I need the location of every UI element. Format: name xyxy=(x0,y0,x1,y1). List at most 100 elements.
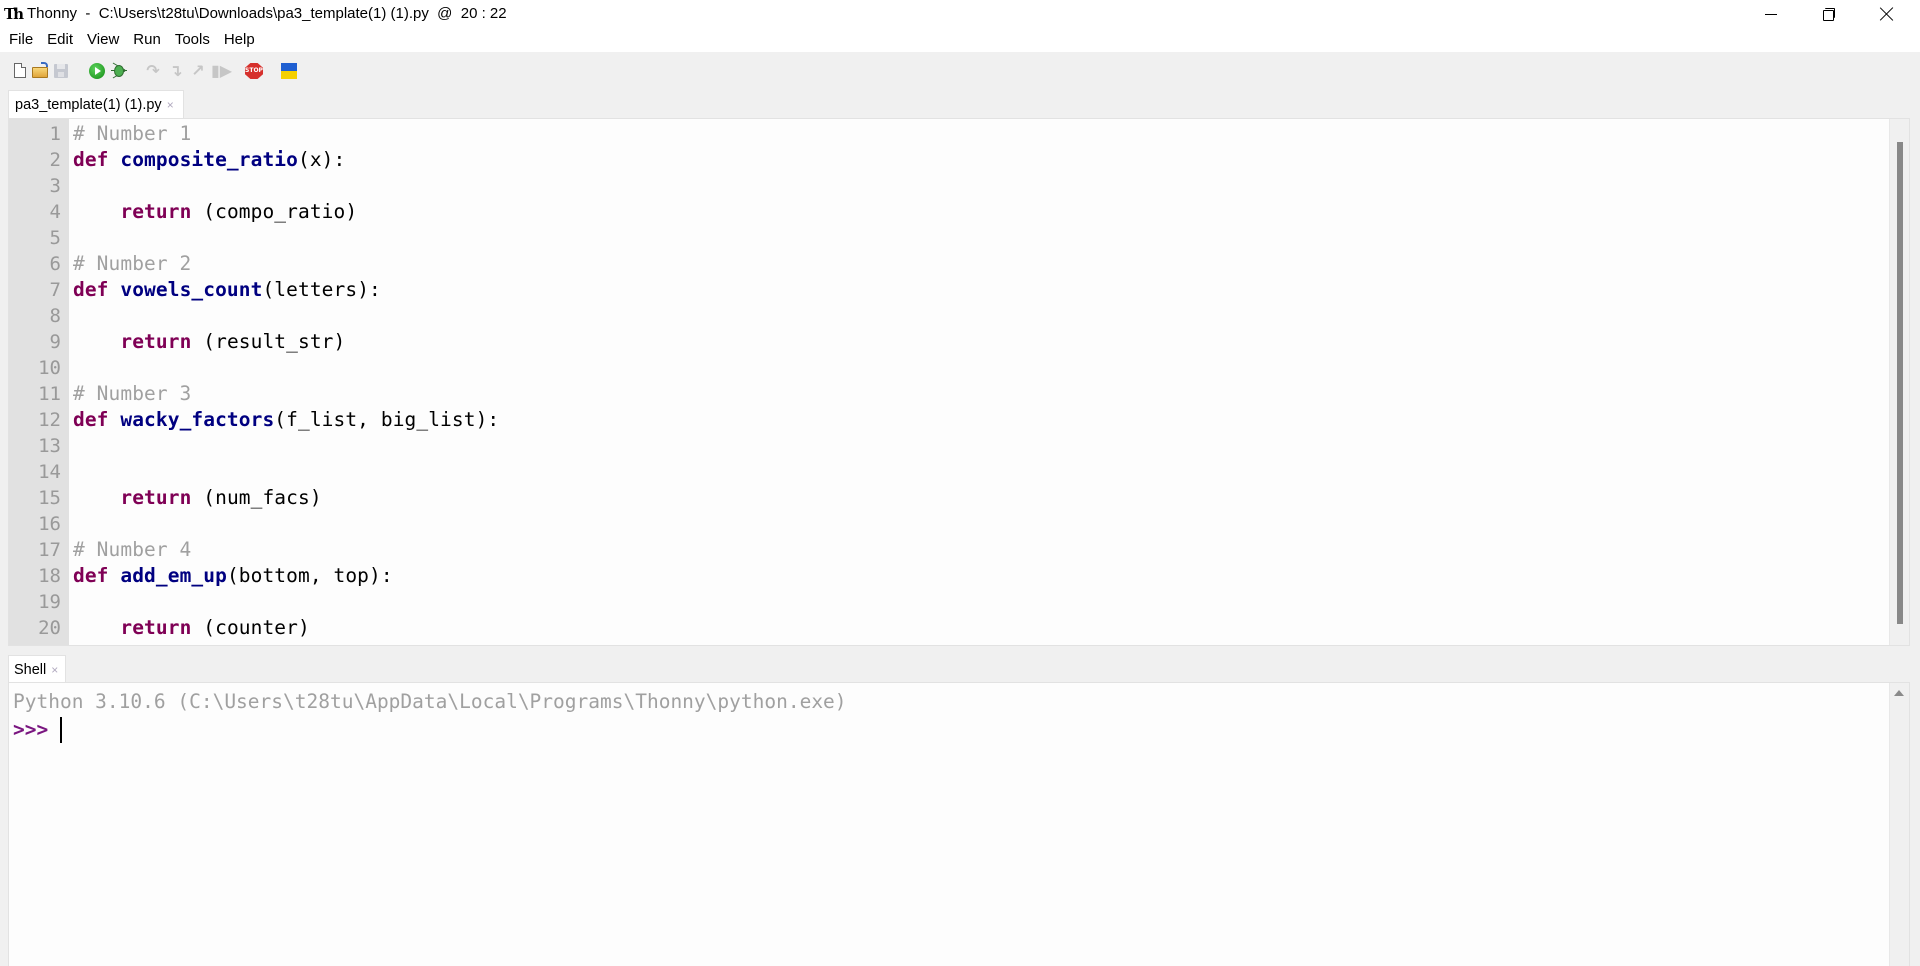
keyword-token: def xyxy=(73,278,109,301)
shell-tab-label: Shell xyxy=(14,661,47,678)
resume-icon: ▮▶ xyxy=(211,61,233,80)
function-name-token: vowels_count xyxy=(120,278,263,301)
keyword-token: def xyxy=(73,564,109,587)
editor-tab-label: pa3_template(1) (1).py xyxy=(15,96,162,113)
line-number: 18 xyxy=(38,565,61,587)
code-line[interactable]: return (num_facs) xyxy=(73,485,322,511)
code-line[interactable]: # Number 2 xyxy=(73,251,191,277)
restore-button[interactable] xyxy=(1800,0,1858,28)
line-number: 5 xyxy=(49,227,61,249)
resume-button[interactable]: ▮▶ xyxy=(211,61,233,80)
ukraine-flag-icon-lower xyxy=(281,71,297,79)
code-token: (f_list, big_list): xyxy=(274,408,500,431)
code-token: (result_str) xyxy=(191,330,346,353)
code-line[interactable]: # Number 1 xyxy=(73,121,191,147)
comment-token: # Number 1 xyxy=(73,122,192,145)
menu-file[interactable]: File xyxy=(2,29,40,51)
menu-help[interactable]: Help xyxy=(217,29,262,51)
line-number: 14 xyxy=(38,461,61,483)
code-line[interactable]: def vowels_count(letters): xyxy=(73,277,381,303)
open-arrow-icon xyxy=(41,62,48,67)
close-tab-icon[interactable]: × xyxy=(167,96,174,114)
step-into-button[interactable]: ↴ xyxy=(167,62,185,80)
code-line[interactable]: def wacky_factors(f_list, big_list): xyxy=(73,407,499,433)
run-button[interactable] xyxy=(88,62,106,80)
line-number: 12 xyxy=(38,409,61,431)
shell-input-line[interactable]: >>> xyxy=(13,716,63,744)
function-name-token: add_em_up xyxy=(120,564,227,587)
code-token: (letters): xyxy=(262,278,381,301)
code-line[interactable]: return (result_str) xyxy=(73,329,345,355)
line-number: 17 xyxy=(38,539,61,561)
shell-panel[interactable]: Python 3.10.6 (C:\Users\t28tu\AppData\Lo… xyxy=(8,682,1910,966)
new-file-button[interactable] xyxy=(11,62,29,80)
shell-tab[interactable]: Shell × xyxy=(8,655,66,683)
close-shell-tab-icon[interactable]: × xyxy=(51,661,58,679)
support-ukraine-button[interactable] xyxy=(280,62,298,80)
shell-banner: Python 3.10.6 (C:\Users\t28tu\AppData\Lo… xyxy=(13,690,847,713)
line-number: 15 xyxy=(38,487,61,509)
step-over-button[interactable]: ↷ xyxy=(144,62,162,80)
function-name-token: wacky_factors xyxy=(120,408,275,431)
code-line[interactable]: def composite_ratio(x): xyxy=(73,147,345,173)
shell-vertical-scrollbar[interactable] xyxy=(1889,683,1909,966)
code-line[interactable]: # Number 3 xyxy=(73,381,191,407)
keyword-token: def xyxy=(73,148,109,171)
shell-prompt: >>> xyxy=(13,718,49,741)
run-icon xyxy=(89,63,105,79)
step-over-icon: ↷ xyxy=(146,61,160,80)
line-number: 6 xyxy=(49,253,61,275)
code-line[interactable]: # Number 4 xyxy=(73,537,191,563)
line-number: 2 xyxy=(49,149,61,171)
line-number: 19 xyxy=(38,591,61,613)
line-number: 4 xyxy=(49,201,61,223)
function-name-token: composite_ratio xyxy=(120,148,298,171)
code-line[interactable]: return (counter) xyxy=(73,615,310,641)
keyword-token: return xyxy=(120,486,192,509)
close-window-button[interactable] xyxy=(1858,0,1916,28)
debug-button[interactable] xyxy=(110,62,128,80)
code-token: (num_facs) xyxy=(191,486,322,509)
window-title: Thonny - C:\Users\t28tu\Downloads\pa3_te… xyxy=(27,5,507,22)
scroll-up-arrow-icon[interactable] xyxy=(1894,690,1904,696)
text-cursor xyxy=(60,717,63,743)
stop-button[interactable]: STOP xyxy=(245,62,263,80)
editor-vertical-scrollbar[interactable] xyxy=(1889,119,1909,645)
code-line[interactable]: def add_em_up(bottom, top): xyxy=(73,563,393,589)
new-file-icon xyxy=(14,63,26,78)
line-number: 3 xyxy=(49,175,61,197)
editor-scrollbar-thumb[interactable] xyxy=(1897,142,1903,624)
line-number: 1 xyxy=(49,123,61,145)
editor-tab-pa3-template[interactable]: pa3_template(1) (1).py × xyxy=(8,90,184,118)
keyword-token: def xyxy=(73,408,109,431)
step-out-icon: ↗ xyxy=(191,61,205,80)
step-out-button[interactable]: ↗ xyxy=(189,62,207,80)
code-token: (bottom, top): xyxy=(226,564,393,587)
code-text-area[interactable]: # Number 1 def composite_ratio(x): return… xyxy=(69,119,1889,645)
code-token: (counter) xyxy=(191,616,310,639)
title-bar: Th Thonny - C:\Users\t28tu\Downloads\pa3… xyxy=(0,0,1920,28)
keyword-token: return xyxy=(120,200,192,223)
minimize-button[interactable] xyxy=(1742,0,1800,28)
step-into-icon: ↴ xyxy=(169,61,183,80)
keyword-token: return xyxy=(120,616,192,639)
line-number: 11 xyxy=(38,383,61,405)
ukraine-flag-icon xyxy=(281,63,297,71)
save-button[interactable] xyxy=(52,62,70,80)
menu-edit[interactable]: Edit xyxy=(40,29,80,51)
menu-view[interactable]: View xyxy=(80,29,126,51)
menu-run[interactable]: Run xyxy=(126,29,168,51)
code-line[interactable]: return (compo_ratio) xyxy=(73,199,357,225)
line-number: 20 xyxy=(38,617,61,639)
code-editor[interactable]: 1 2 3 4 5 6 7 8 9 10 11 12 13 14 15 16 17 18 19 20 # Number… xyxy=(8,118,1910,646)
thonny-logo-icon: Th xyxy=(4,5,24,23)
line-number: 16 xyxy=(38,513,61,535)
open-file-button[interactable] xyxy=(31,62,49,80)
menu-tools[interactable]: Tools xyxy=(168,29,217,51)
menu-bar: File Edit View Run Tools Help xyxy=(0,28,1920,52)
